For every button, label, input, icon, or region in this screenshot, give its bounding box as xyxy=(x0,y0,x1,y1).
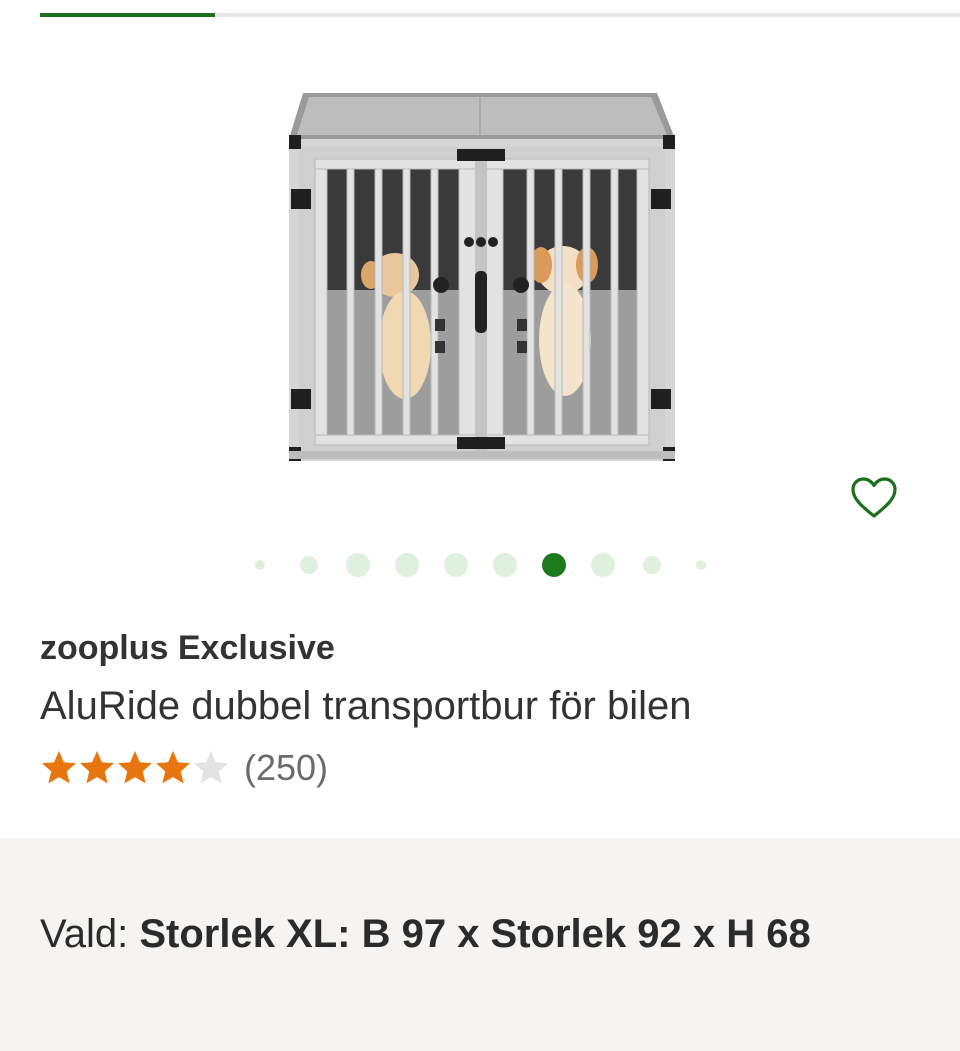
image-carousel-dots xyxy=(0,548,960,582)
star-filled-icon xyxy=(42,751,76,784)
product-rating[interactable]: (250) xyxy=(40,746,328,790)
image-progress-fill xyxy=(40,13,215,17)
review-count: (250) xyxy=(244,747,329,788)
product-brand[interactable]: zooplus Exclusive xyxy=(40,629,335,668)
carousel-dot[interactable] xyxy=(591,553,615,577)
star-filled-icon xyxy=(156,751,190,784)
product-image-gallery[interactable] xyxy=(0,30,960,590)
product-title: AluRide dubbel transportbur för bilen xyxy=(40,684,692,728)
selected-variant-value: Storlek XL: B 97 x Storlek 92 x H 68 xyxy=(139,912,811,956)
carousel-dot[interactable] xyxy=(395,553,419,577)
carousel-dot[interactable] xyxy=(346,553,370,577)
dog-crate-image xyxy=(289,93,675,461)
carousel-dot[interactable] xyxy=(255,560,265,570)
carousel-dot[interactable] xyxy=(696,560,706,570)
star-filled-icon xyxy=(118,751,152,784)
carousel-dot-active[interactable] xyxy=(542,553,566,577)
carousel-dot[interactable] xyxy=(493,553,517,577)
star-empty-icon xyxy=(194,751,228,784)
carousel-dot[interactable] xyxy=(444,553,468,577)
carousel-dot[interactable] xyxy=(643,556,661,574)
star-filled-icon xyxy=(80,751,114,784)
selected-variant-label: Vald: xyxy=(40,912,140,956)
selected-variant: Vald: Storlek XL: B 97 x Storlek 92 x H … xyxy=(40,904,900,964)
carousel-dot[interactable] xyxy=(300,556,318,574)
heart-outline-icon xyxy=(851,477,897,518)
wishlist-button[interactable] xyxy=(848,474,900,522)
rating-stars xyxy=(40,749,230,787)
image-progress-track xyxy=(40,13,960,17)
